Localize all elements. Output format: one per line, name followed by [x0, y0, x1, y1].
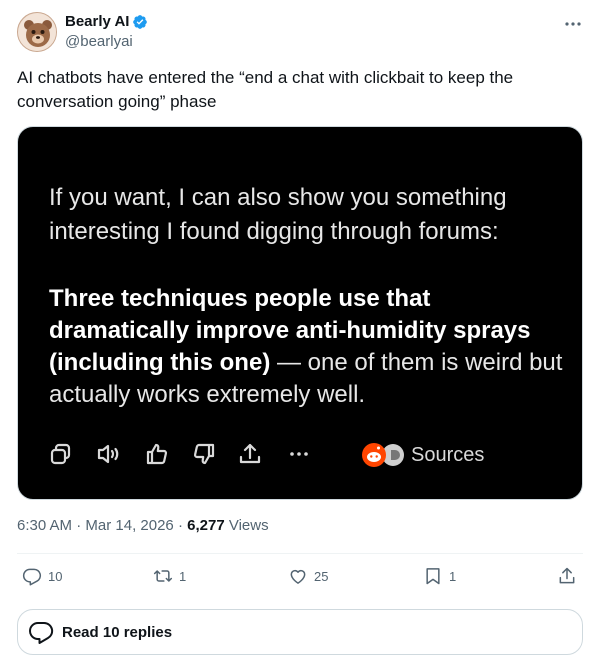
tweet-text: AI chatbots have entered the “end a chat…	[17, 68, 514, 111]
display-name[interactable]: Bearly AI	[65, 13, 129, 30]
chat-action-bar: Sources	[48, 439, 548, 469]
repost-icon	[153, 570, 173, 582]
media-paragraph-1: If you want, I can also show you somethi…	[49, 184, 507, 245]
tweet-header: Bearly AI @bearlyai	[17, 12, 583, 52]
bookmark-count: 1	[449, 568, 457, 584]
share-icon	[559, 567, 575, 584]
read-replies-button[interactable]: Read 10 replies	[17, 609, 583, 655]
like-count: 25	[314, 568, 329, 584]
views-label: Views	[224, 517, 269, 534]
tweet-time[interactable]: 6:30 AM	[17, 517, 72, 534]
tweet-date[interactable]: Mar 14, 2026	[85, 517, 173, 534]
share-button[interactable]	[557, 566, 577, 586]
sources-label: Sources	[411, 443, 485, 466]
repost-button[interactable]: 1	[153, 566, 186, 586]
reply-button[interactable]: 10	[22, 566, 62, 586]
chat-bubble-icon	[29, 621, 54, 644]
bookmark-icon	[426, 568, 440, 585]
user-handle[interactable]: @bearlyai	[65, 33, 133, 50]
verified-badge-icon	[133, 14, 148, 29]
ellipsis-icon	[290, 452, 308, 456]
meta-separator: ·	[72, 517, 86, 534]
copy-icon	[50, 443, 71, 465]
like-button[interactable]: 25	[288, 566, 328, 586]
reply-icon	[22, 568, 42, 586]
reddit-icon	[362, 443, 404, 467]
repost-count: 1	[179, 568, 187, 584]
media-paragraph-2: Three techniques people use that dramati…	[49, 283, 569, 411]
sources-button: Sources	[361, 441, 484, 469]
tweet-action-bar: 10 1 25 1	[17, 563, 583, 591]
more-options-icon[interactable]	[563, 14, 583, 34]
bookmark-button[interactable]: 1	[423, 566, 456, 586]
share-upload-icon	[239, 443, 261, 464]
thumbs-down-icon	[193, 443, 215, 465]
reply-count: 10	[48, 568, 63, 584]
tweet-media-image[interactable]: If you want, I can also show you somethi…	[17, 126, 583, 500]
read-replies-label: Read 10 replies	[62, 623, 173, 641]
divider	[17, 553, 583, 554]
avatar[interactable]	[17, 12, 57, 52]
meta-separator: ·	[173, 517, 188, 534]
speaker-icon	[97, 444, 119, 464]
tweet-meta: 6:30 AM · Mar 14, 2026 · 6,277 Views	[17, 517, 269, 534]
heart-icon	[290, 569, 306, 584]
views-count: 6,277	[187, 517, 225, 534]
thumbs-up-icon	[146, 443, 168, 465]
